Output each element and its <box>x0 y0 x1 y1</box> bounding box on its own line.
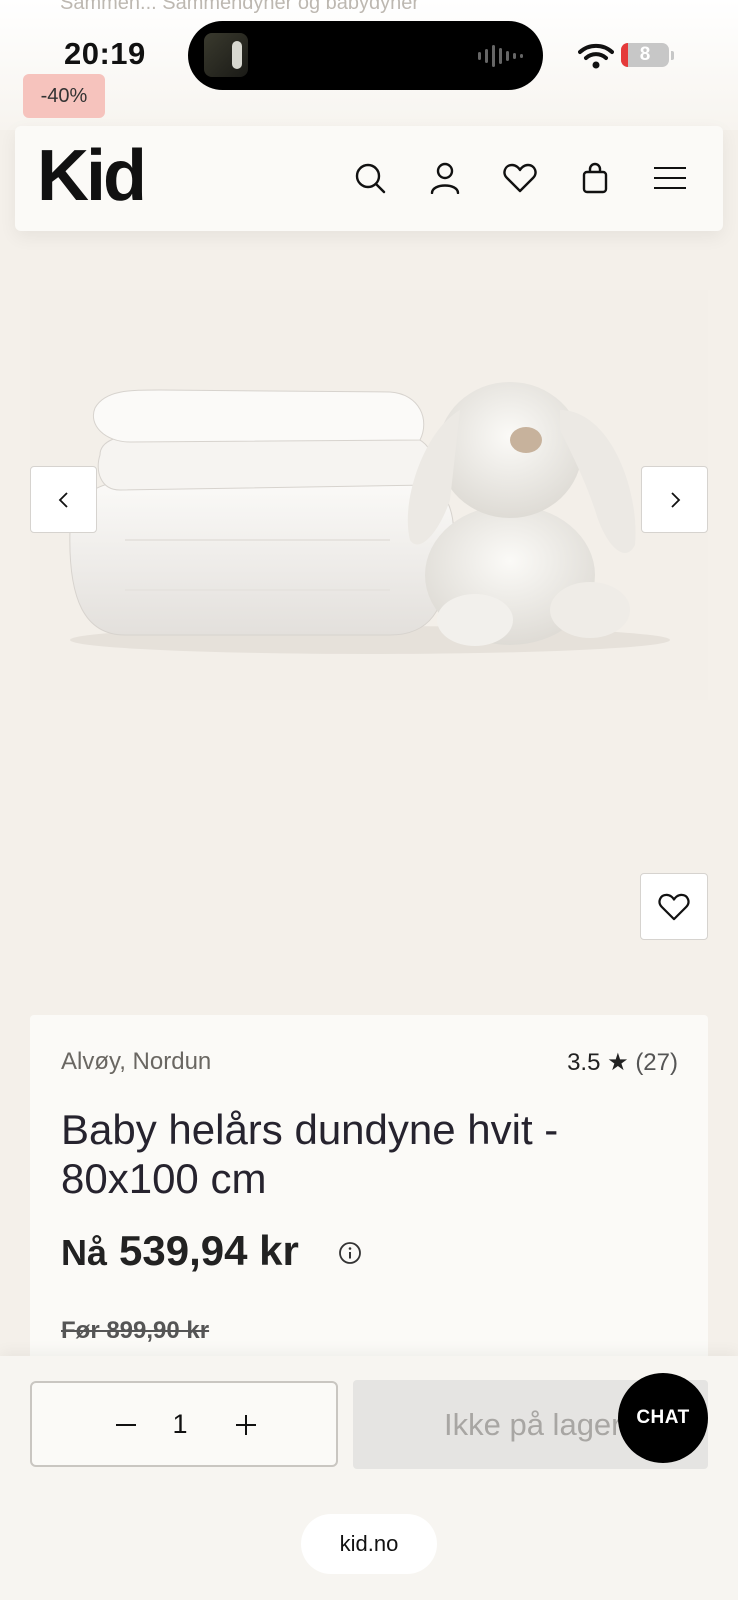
rating-count: (27) <box>635 1049 678 1076</box>
info-icon[interactable] <box>338 1241 362 1265</box>
product-info-card: Alvøy, Nordun 3.5 ★ (27) Baby helårs dun… <box>30 1015 708 1375</box>
price-row: Nå 539,94 kr <box>61 1227 299 1275</box>
browser-url-pill[interactable]: kid.no <box>301 1514 437 1574</box>
audio-wave-icon <box>478 43 523 69</box>
battery-cap <box>671 51 674 60</box>
star-icon: ★ <box>607 1049 629 1076</box>
purchase-bar: 1 Ikke på lager CHAT kid.no <box>0 1356 738 1600</box>
battery-icon: 8 <box>621 43 669 67</box>
wifi-icon <box>578 43 614 69</box>
product-image[interactable] <box>30 290 708 700</box>
increase-quantity-button[interactable] <box>224 1403 268 1447</box>
chevron-left-icon <box>58 491 68 508</box>
add-to-wishlist-button[interactable] <box>640 873 708 940</box>
status-bar: 20:19 8 <box>0 0 738 110</box>
search-icon[interactable] <box>348 156 392 200</box>
gallery-next-button[interactable] <box>641 466 708 533</box>
site-header: Kid <box>15 126 723 231</box>
gallery-prev-button[interactable] <box>30 466 97 533</box>
dynamic-island <box>188 21 543 90</box>
status-time: 20:19 <box>64 36 146 71</box>
quantity-stepper: 1 <box>30 1381 338 1467</box>
product-rating[interactable]: 3.5 ★ (27) <box>567 1048 678 1077</box>
product-brand[interactable]: Alvøy, Nordun <box>61 1048 211 1076</box>
menu-icon[interactable] <box>648 156 692 200</box>
quantity-value[interactable]: 1 <box>160 1409 200 1440</box>
account-icon[interactable] <box>423 156 467 200</box>
discount-badge: -40% <box>23 74 105 118</box>
plus-icon <box>236 1415 256 1435</box>
battery-level: 8 <box>639 44 651 65</box>
current-price: 539,94 kr <box>119 1227 299 1274</box>
rating-score: 3.5 <box>567 1049 601 1076</box>
product-title: Baby helårs dundyne hvit - 80x100 cm <box>61 1106 559 1202</box>
kid-logo[interactable]: Kid <box>37 140 147 212</box>
chat-button[interactable]: CHAT <box>618 1373 708 1463</box>
price-prefix: Nå <box>61 1232 108 1273</box>
chevron-right-icon <box>670 491 680 508</box>
duvet-and-bunny-image <box>69 382 670 654</box>
cart-icon[interactable] <box>573 156 617 200</box>
old-price: Før 899,90 kr <box>61 1317 210 1344</box>
minus-icon <box>116 1424 136 1426</box>
decrease-quantity-button[interactable] <box>104 1403 148 1447</box>
now-playing-artwork <box>204 33 248 77</box>
heart-icon <box>658 893 690 920</box>
wishlist-icon[interactable] <box>498 156 542 200</box>
